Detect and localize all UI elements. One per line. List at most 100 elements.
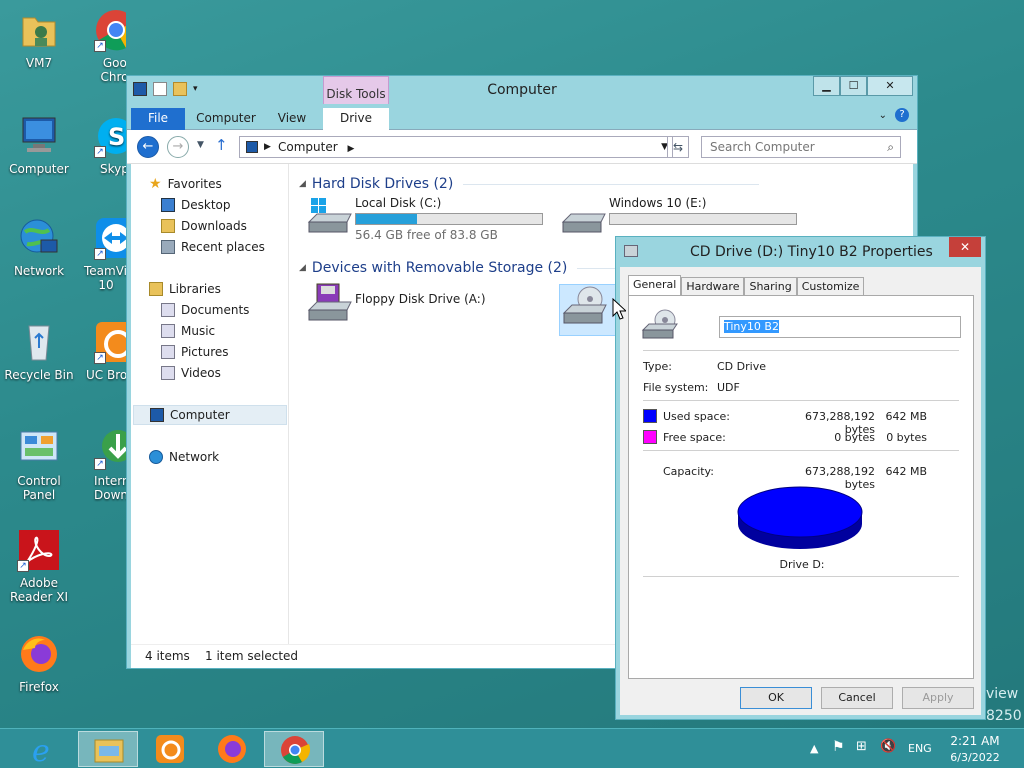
properties-dialog[interactable]: CD Drive (D:) Tiny10 B2 Properties ✕ Gen… — [615, 236, 986, 720]
tab-computer[interactable]: Computer — [193, 108, 259, 130]
music-icon — [161, 324, 175, 338]
drive-a[interactable]: Floppy Disk Drive (A:) — [305, 282, 486, 326]
tab-customize[interactable]: Customize — [796, 277, 865, 295]
up-arrow-icon[interactable]: ↑ — [215, 136, 228, 154]
dialog-titlebar[interactable]: CD Drive (D:) Tiny10 B2 Properties ✕ — [616, 237, 985, 267]
group-header-hard-disks[interactable]: ◢ Hard Disk Drives (2) — [299, 176, 759, 192]
nav-computer[interactable]: Computer — [133, 405, 287, 425]
nav-label: Videos — [181, 366, 221, 380]
volume-muted-icon[interactable]: 🔇 — [880, 739, 896, 754]
tab-general[interactable]: General — [628, 275, 682, 295]
hard-drive-windows-icon — [305, 196, 355, 240]
chevron-down-icon: ◢ — [299, 263, 306, 273]
desktop-icon-computer[interactable]: Computer — [0, 114, 78, 176]
language-indicator[interactable]: ENG — [908, 742, 932, 755]
desktop-icon-label: Internet Download — [94, 474, 126, 502]
clock-date[interactable]: 6/3/2022 — [948, 751, 1002, 764]
desktop-icon-uc-browser[interactable]: ↗ UC Browser — [78, 320, 126, 382]
firefox-icon — [17, 632, 61, 676]
desktop-icon-skype[interactable]: S ↗ Skype — [78, 114, 126, 176]
taskbar-uc-browser-button[interactable] — [140, 731, 200, 767]
apply-button[interactable]: Apply — [902, 687, 974, 709]
taskbar-explorer-button[interactable] — [78, 731, 138, 767]
refresh-icon[interactable]: ⇆ — [667, 136, 689, 158]
search-input[interactable]: Search Computer ⌕ — [701, 136, 901, 158]
nav-favorites[interactable]: ★ Favorites — [149, 174, 222, 194]
nav-recent-places[interactable]: Recent places — [161, 237, 265, 257]
cd-drive-small-icon — [624, 245, 638, 257]
desktop-icon-teamviewer[interactable]: ↗ TeamViewer 10 — [78, 216, 126, 292]
clock-time[interactable]: 2:21 AM — [950, 734, 1000, 748]
separator — [643, 450, 959, 451]
drive-label: Drive D: — [779, 558, 825, 571]
skype-icon: S ↗ — [94, 114, 126, 158]
desktop-icon-label: Recycle Bin — [4, 368, 74, 382]
maximize-button[interactable]: ☐ — [840, 76, 867, 96]
free-space-label: Free space: — [663, 431, 726, 444]
nav-label: Downloads — [181, 219, 247, 233]
taskbar-ie-button[interactable]: e — [16, 731, 76, 768]
nav-network[interactable]: Network — [149, 447, 219, 467]
general-tab-panel: Tiny10 B2 Type: CD Drive File system: UD… — [628, 295, 974, 679]
nav-music[interactable]: Music — [161, 321, 215, 341]
cancel-button[interactable]: Cancel — [821, 687, 893, 709]
desktop-icon-label: Computer — [9, 162, 69, 176]
search-icon[interactable]: ⌕ — [887, 137, 894, 157]
desktop-icon-chrome[interactable]: ↗ Google Chrome — [78, 8, 126, 84]
dialog-close-button[interactable]: ✕ — [949, 237, 981, 257]
help-icon[interactable]: ? — [895, 108, 909, 122]
explorer-titlebar[interactable]: ▾ Computer ▁ ☐ ✕ — [127, 76, 917, 104]
desktop-icon-idm[interactable]: ↗ Internet Download — [78, 426, 126, 502]
desktop-icon-recycle-bin[interactable]: Recycle Bin — [0, 320, 78, 382]
nav-documents[interactable]: Documents — [161, 300, 249, 320]
dialog-tabs: General Hardware Sharing Customize — [628, 275, 865, 295]
drive-c[interactable]: Local Disk (C:) 56.4 GB free of 83.8 GB — [305, 196, 543, 242]
chevron-down-icon[interactable]: ⌄ — [879, 110, 887, 121]
chevron-down-icon[interactable]: ▼ — [197, 140, 204, 150]
used-space-swatch — [643, 409, 657, 423]
desktop-icon-control-panel[interactable]: Control Panel — [0, 426, 78, 502]
address-input[interactable]: ▶ Computer ▶ ▼ — [239, 136, 673, 158]
selected-text: Tiny10 B2 — [724, 320, 779, 333]
watermark-text: view — [986, 686, 1019, 702]
back-button[interactable]: ← — [137, 136, 159, 158]
drive-e[interactable]: Windows 10 (E:) — [559, 196, 797, 240]
nav-pictures[interactable]: Pictures — [161, 342, 229, 362]
taskbar-chrome-button[interactable] — [264, 731, 324, 767]
nav-downloads[interactable]: Downloads — [161, 216, 247, 236]
forward-button[interactable]: → — [167, 136, 189, 158]
chrome-icon — [281, 736, 311, 764]
tab-sharing[interactable]: Sharing — [744, 277, 797, 295]
show-hidden-icons-button[interactable]: ▲ — [810, 742, 818, 755]
search-placeholder: Search Computer — [710, 140, 815, 154]
internet-explorer-icon: e — [32, 734, 50, 768]
downloads-icon — [161, 219, 175, 233]
nav-videos[interactable]: Videos — [161, 363, 221, 383]
drive-free-text: 56.4 GB free of 83.8 GB — [355, 228, 498, 242]
nav-label: Desktop — [181, 198, 231, 212]
ok-button[interactable]: OK — [740, 687, 812, 709]
minimize-button[interactable]: ▁ — [813, 76, 840, 96]
nav-desktop[interactable]: Desktop — [161, 195, 231, 215]
tab-view[interactable]: View — [267, 108, 317, 130]
drive-name: Floppy Disk Drive (A:) — [355, 292, 486, 306]
desktop-icon-network[interactable]: Network — [0, 216, 78, 278]
desktop-icon-adobe-reader[interactable]: ↗ Adobe Reader XI — [0, 528, 78, 604]
desktop-icon-label: Firefox — [19, 680, 59, 694]
close-button[interactable]: ✕ — [867, 76, 913, 96]
tab-file[interactable]: File — [131, 108, 185, 130]
chevron-down-icon: ◢ — [299, 179, 306, 189]
nav-libraries[interactable]: Libraries — [149, 279, 221, 299]
drive-name-input[interactable]: Tiny10 B2 — [719, 316, 961, 338]
tab-drive[interactable]: Drive — [323, 108, 389, 130]
desktop-icon-label: Skype — [100, 162, 126, 176]
tab-hardware[interactable]: Hardware — [681, 277, 745, 295]
desktop-icon-firefox[interactable]: Firefox — [0, 632, 78, 694]
network-status-icon[interactable]: ⊞ — [856, 739, 867, 754]
desktop-icon-vm7[interactable]: VM7 — [0, 8, 78, 70]
group-title: Hard Disk Drives (2) — [311, 176, 454, 192]
separator — [643, 576, 959, 577]
action-center-flag-icon[interactable]: ⚑ — [832, 739, 845, 755]
drive-usage-fill — [356, 214, 418, 224]
taskbar-firefox-button[interactable] — [202, 731, 262, 767]
